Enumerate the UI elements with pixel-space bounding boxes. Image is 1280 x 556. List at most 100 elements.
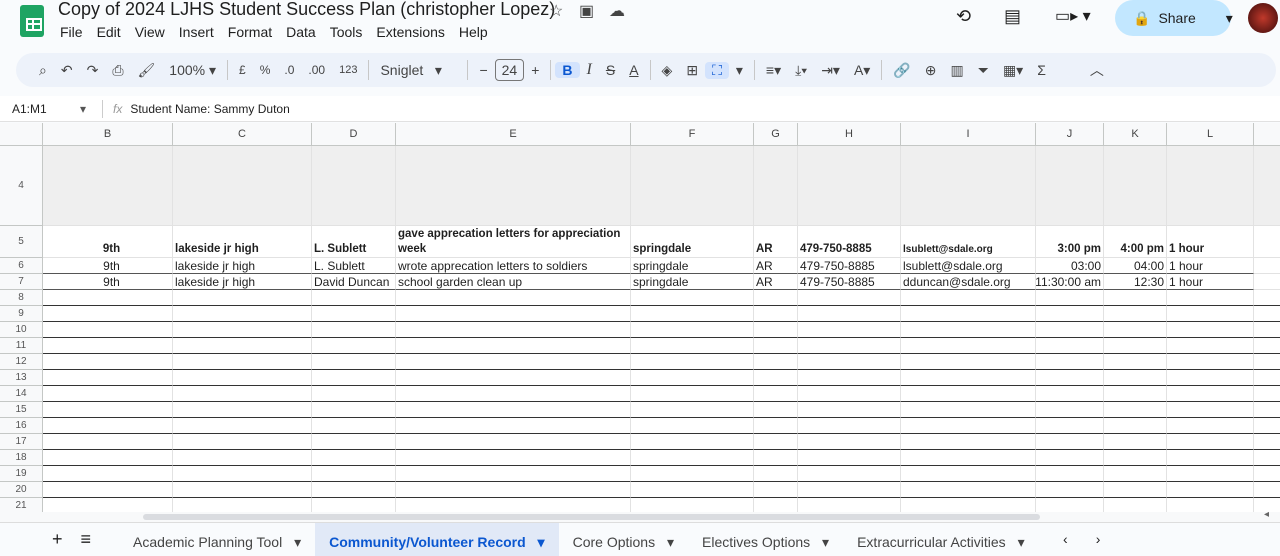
cell[interactable] <box>396 386 631 402</box>
cell[interactable]: gave apprecation letters for appreciatio… <box>396 226 631 258</box>
cell[interactable] <box>312 370 396 386</box>
horizontal-align-icon[interactable]: ≡▾ <box>759 62 788 79</box>
cell[interactable] <box>312 322 396 338</box>
cell[interactable]: lsublett@sdale.org <box>901 226 1036 258</box>
paint-format-icon[interactable]: 🖌 <box>131 62 163 79</box>
cell[interactable] <box>1104 338 1167 354</box>
cell[interactable] <box>754 338 798 354</box>
cell[interactable] <box>1104 322 1167 338</box>
cell[interactable] <box>312 306 396 322</box>
cell[interactable]: 11:30:00 am <box>1036 274 1104 290</box>
sheet-tab[interactable]: Community/Volunteer Record ▾ <box>315 522 559 556</box>
all-sheets-icon[interactable]: ≡ <box>81 529 120 550</box>
cell[interactable] <box>1036 434 1104 450</box>
cell[interactable] <box>1036 146 1104 226</box>
column-header-c[interactable]: C <box>173 123 312 146</box>
cell[interactable] <box>312 450 396 466</box>
cell[interactable] <box>173 418 312 434</box>
cell[interactable]: David Duncan <box>312 274 396 290</box>
cell[interactable] <box>396 466 631 482</box>
row-header[interactable]: 17 <box>0 434 43 450</box>
cell[interactable] <box>173 434 312 450</box>
cell[interactable] <box>631 418 754 434</box>
cell[interactable] <box>901 354 1036 370</box>
cell[interactable] <box>901 290 1036 306</box>
cell[interactable] <box>1167 418 1254 434</box>
cell[interactable] <box>1254 386 1280 402</box>
cell[interactable] <box>798 354 901 370</box>
cell[interactable] <box>1167 354 1254 370</box>
cell[interactable] <box>631 386 754 402</box>
cell[interactable]: 1 hour <box>1167 258 1254 274</box>
cell[interactable] <box>631 306 754 322</box>
cell[interactable] <box>1104 450 1167 466</box>
menu-view[interactable]: View <box>135 24 165 40</box>
print-icon[interactable]: ⎙ <box>105 62 130 79</box>
cell[interactable] <box>173 498 312 512</box>
cell[interactable] <box>901 338 1036 354</box>
scroll-tabs-left-icon[interactable]: ‹ <box>1049 531 1082 547</box>
cell[interactable]: 4:00 pm <box>1104 226 1167 258</box>
currency-button[interactable]: £ <box>232 63 253 77</box>
cell[interactable] <box>43 322 173 338</box>
cell[interactable] <box>798 322 901 338</box>
cell[interactable] <box>396 322 631 338</box>
cell[interactable]: L. Sublett <box>312 226 396 258</box>
cell[interactable] <box>396 402 631 418</box>
cell[interactable] <box>1036 290 1104 306</box>
insert-comment-icon[interactable]: ⊕ <box>918 62 944 79</box>
menu-tools[interactable]: Tools <box>330 24 363 40</box>
sheet-tab[interactable]: Core Options ▾ <box>559 523 688 556</box>
cell[interactable] <box>754 146 798 226</box>
row-header[interactable]: 20 <box>0 482 43 498</box>
cell[interactable] <box>43 450 173 466</box>
row-header[interactable]: 12 <box>0 354 43 370</box>
cell[interactable] <box>1036 450 1104 466</box>
cell[interactable] <box>1104 418 1167 434</box>
cell[interactable]: 479-750-8885 <box>798 274 901 290</box>
row-header[interactable]: 11 <box>0 338 43 354</box>
tab-menu-chevron-icon[interactable]: ▾ <box>1014 534 1025 550</box>
cell[interactable]: 12:30 <box>1104 274 1167 290</box>
cell[interactable] <box>754 466 798 482</box>
cell[interactable] <box>43 306 173 322</box>
row-header[interactable]: 14 <box>0 386 43 402</box>
doc-title[interactable]: Copy of 2024 LJHS Student Success Plan (… <box>58 0 555 20</box>
cell[interactable] <box>1254 322 1280 338</box>
cell[interactable] <box>173 386 312 402</box>
cell[interactable] <box>43 402 173 418</box>
cell[interactable] <box>312 290 396 306</box>
cell[interactable] <box>754 386 798 402</box>
vertical-align-icon[interactable]: ⤓▾ <box>788 62 814 79</box>
cell[interactable] <box>1254 354 1280 370</box>
cell[interactable] <box>1036 466 1104 482</box>
comment-icon[interactable]: ▤ <box>1004 6 1021 27</box>
cell[interactable] <box>798 466 901 482</box>
cell[interactable] <box>1104 306 1167 322</box>
cell[interactable]: 479-750-8885 <box>798 258 901 274</box>
history-icon[interactable]: ⟲ <box>956 6 971 27</box>
row-header[interactable]: 6 <box>0 258 43 274</box>
column-header-b[interactable]: B <box>43 123 173 146</box>
cell[interactable] <box>798 402 901 418</box>
collapse-toolbar-icon[interactable]: ︿ <box>1083 60 1111 80</box>
cell[interactable] <box>43 482 173 498</box>
cell[interactable] <box>754 354 798 370</box>
zoom-select[interactable]: 100% ▾ <box>162 62 223 79</box>
cell[interactable] <box>396 434 631 450</box>
cell[interactable] <box>1254 306 1280 322</box>
tab-menu-chevron-icon[interactable]: ▾ <box>290 534 301 550</box>
cell[interactable] <box>173 322 312 338</box>
cell[interactable] <box>43 498 173 512</box>
row-header[interactable]: 8 <box>0 290 43 306</box>
chevron-down-icon[interactable]: ▾ <box>80 102 102 116</box>
cell[interactable] <box>1036 370 1104 386</box>
row-header[interactable]: 4 <box>0 146 43 226</box>
cell[interactable]: springdale <box>631 258 754 274</box>
cell[interactable]: AR <box>754 274 798 290</box>
cell[interactable] <box>798 338 901 354</box>
cloud-status-icon[interactable]: ☁ <box>609 1 625 21</box>
increase-decimal-button[interactable]: .00 <box>301 63 332 77</box>
cell[interactable] <box>173 450 312 466</box>
functions-icon[interactable]: Σ <box>1030 62 1053 78</box>
